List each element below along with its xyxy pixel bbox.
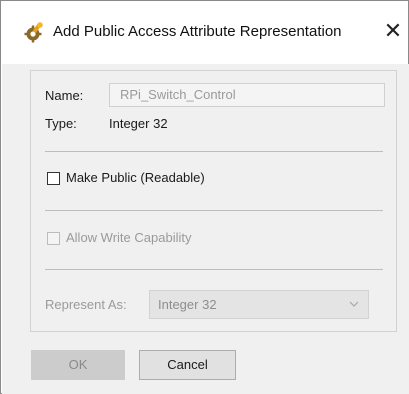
separator	[45, 151, 383, 152]
make-public-checkbox[interactable]	[47, 172, 60, 185]
allow-write-checkbox[interactable]	[47, 232, 60, 245]
make-public-label[interactable]: Make Public (Readable)	[66, 170, 205, 185]
dialog-title: Add Public Access Attribute Representati…	[53, 23, 342, 40]
close-icon: ✕	[383, 18, 403, 43]
type-value: Integer 32	[109, 116, 168, 131]
dialog-body: Name: RPi_Switch_Control Type: Integer 3…	[2, 64, 409, 394]
gear-wrench-icon	[24, 22, 43, 43]
separator	[45, 269, 383, 270]
title-bar[interactable]: Add Public Access Attribute Representati…	[1, 1, 408, 63]
represent-as-value: Integer 32	[158, 297, 217, 312]
separator	[45, 210, 383, 211]
cancel-button[interactable]: Cancel	[139, 350, 236, 380]
name-label: Name:	[45, 88, 84, 103]
ok-button[interactable]: OK	[31, 350, 125, 380]
name-field: RPi_Switch_Control	[109, 83, 385, 107]
allow-write-label[interactable]: Allow Write Capability	[66, 230, 191, 245]
chevron-down-icon	[349, 301, 359, 307]
type-label: Type:	[45, 116, 77, 131]
represent-as-dropdown[interactable]: Integer 32	[149, 290, 369, 319]
represent-as-label: Represent As:	[45, 297, 127, 312]
close-button[interactable]: ✕	[381, 17, 405, 45]
attribute-panel: Name: RPi_Switch_Control Type: Integer 3…	[30, 70, 397, 332]
dialog-window: Add Public Access Attribute Representati…	[0, 0, 409, 394]
